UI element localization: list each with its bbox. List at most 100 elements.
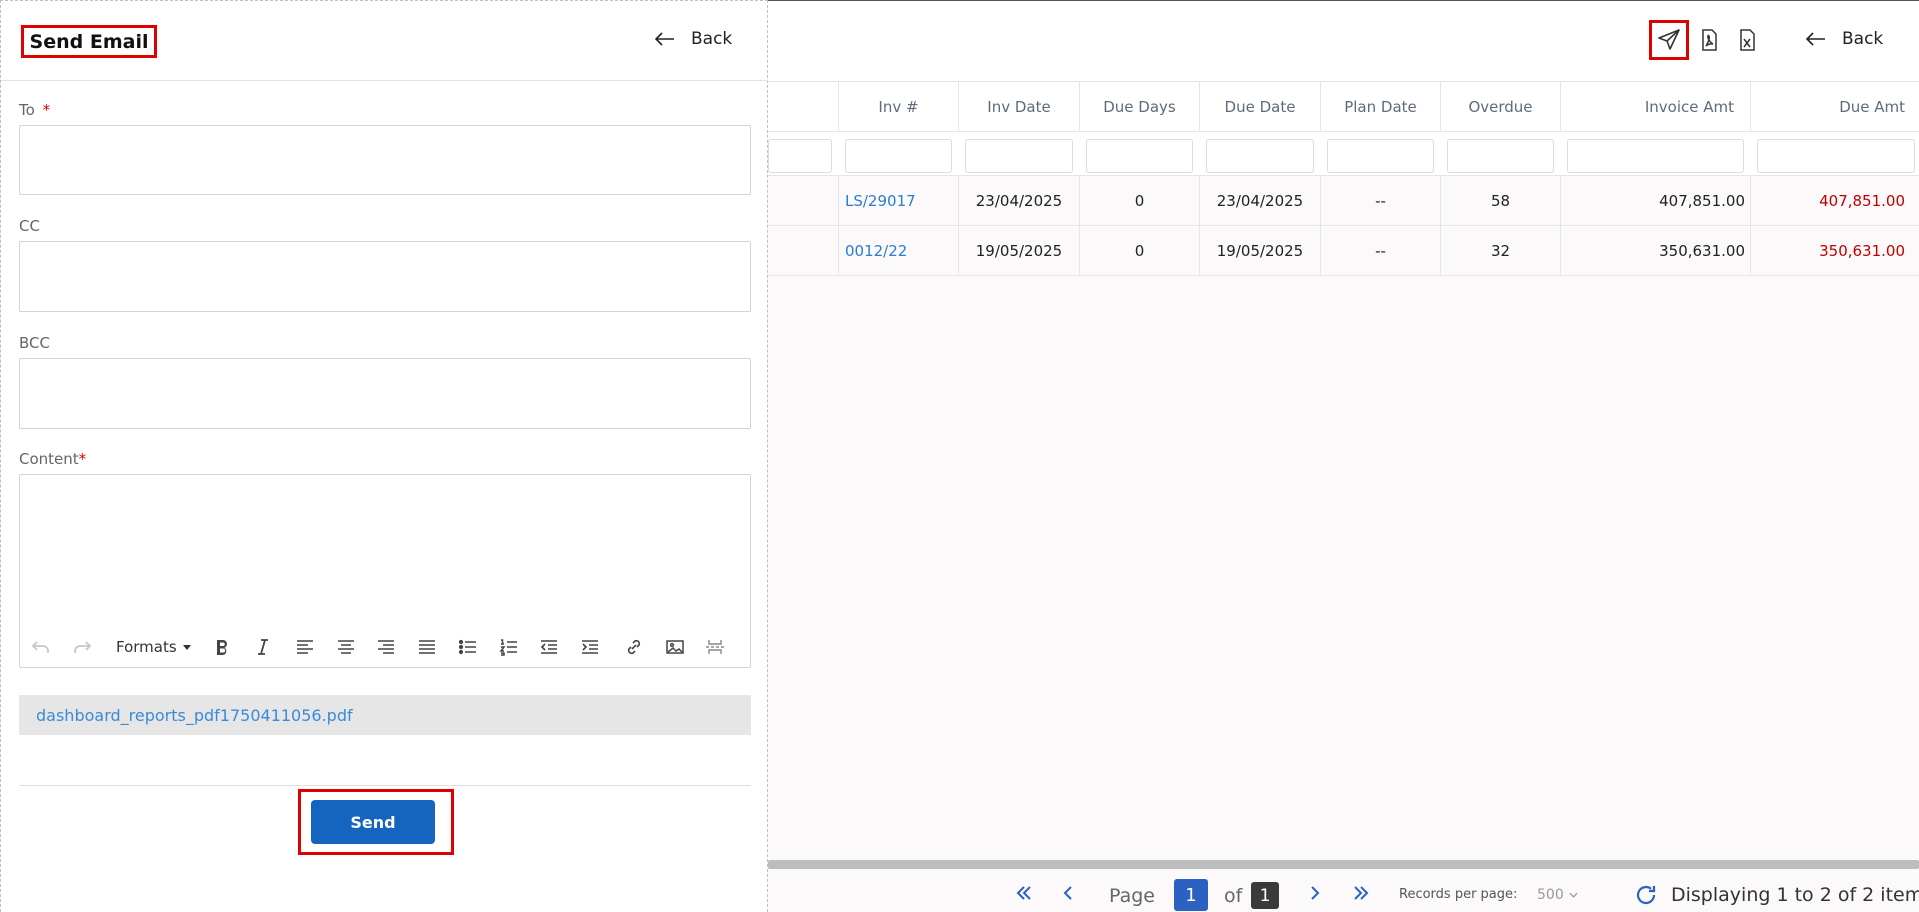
cc-label: CC	[19, 217, 40, 235]
align-right-icon	[378, 640, 394, 654]
email-header: Send Email Back	[1, 1, 768, 81]
cell-plan-date: --	[1320, 226, 1440, 275]
filter-input-prev[interactable]	[768, 139, 832, 173]
outdent-button[interactable]	[538, 637, 560, 657]
cell-due-amt: 407,851.00	[1750, 176, 1919, 225]
col-header-invoice-amt[interactable]: Invoice Amt	[1560, 82, 1750, 131]
col-header-plan-date[interactable]: Plan Date	[1320, 82, 1440, 131]
filter-input-inv-date[interactable]	[965, 139, 1073, 173]
export-excel-button[interactable]	[1730, 23, 1764, 57]
report-panel: Back Inv # Inv Date Due Days Due Date Pl…	[768, 0, 1919, 912]
refresh-icon[interactable]	[1634, 883, 1658, 907]
cell-due-days: 0	[1079, 226, 1199, 275]
col-header-overdue[interactable]: Overdue	[1440, 82, 1560, 131]
editor-toolbar: Formats	[20, 627, 750, 667]
bcc-field[interactable]	[19, 358, 751, 429]
report-back-link[interactable]: Back	[1806, 29, 1883, 49]
insert-image-button[interactable]	[664, 637, 686, 657]
export-pdf-button[interactable]	[1692, 23, 1726, 57]
align-right-button[interactable]	[375, 637, 397, 657]
chevron-right-icon	[1311, 886, 1320, 900]
undo-button[interactable]	[30, 637, 52, 657]
col-header-due-days[interactable]: Due Days	[1079, 82, 1199, 131]
attachment-link[interactable]: dashboard_reports_pdf1750411056.pdf	[36, 706, 353, 725]
arrow-left-icon	[1806, 32, 1825, 46]
filter-input-invoice-amt[interactable]	[1567, 139, 1744, 173]
content-label: Content*	[19, 450, 86, 468]
align-left-icon	[297, 640, 313, 654]
filter-input-due-days[interactable]	[1086, 139, 1193, 173]
cell-due-days: 0	[1079, 176, 1199, 225]
col-header-due-date[interactable]: Due Date	[1199, 82, 1320, 131]
to-label: To *	[19, 101, 50, 119]
outdent-icon	[540, 640, 557, 654]
cell-inv-date: 23/04/2025	[958, 176, 1079, 225]
indent-button[interactable]	[579, 637, 601, 657]
insert-link-button[interactable]	[623, 637, 645, 657]
pdf-file-icon	[1702, 29, 1717, 51]
cc-field[interactable]	[19, 241, 751, 312]
records-per-page-select[interactable]: 500	[1537, 884, 1585, 906]
cell-inv-date: 19/05/2025	[958, 226, 1079, 275]
align-center-button[interactable]	[335, 637, 357, 657]
undo-icon	[31, 641, 49, 653]
italic-button[interactable]	[252, 637, 274, 657]
first-page-button[interactable]	[1014, 883, 1034, 908]
align-left-button[interactable]	[294, 637, 316, 657]
send-email-button[interactable]	[1649, 20, 1689, 60]
justify-button[interactable]	[416, 637, 438, 657]
required-mark: *	[78, 450, 87, 468]
formats-label: Formats	[116, 638, 177, 656]
horizontal-scrollbar[interactable]	[768, 860, 1919, 869]
filter-input-inv[interactable]	[845, 139, 952, 173]
bullet-list-button[interactable]	[457, 637, 479, 657]
cell-invoice-amt: 350,631.00	[1560, 226, 1750, 275]
image-icon	[666, 640, 684, 654]
table-row: LS/29017 23/04/2025 0 23/04/2025 -- 58 4…	[768, 176, 1919, 226]
last-page-button[interactable]	[1351, 883, 1371, 908]
page-label: Page	[1109, 885, 1155, 907]
chevron-left-icon	[1063, 886, 1072, 900]
send-button-highlight: Send	[298, 789, 454, 855]
col-header-inv[interactable]: Inv #	[838, 82, 958, 131]
redo-button[interactable]	[71, 637, 93, 657]
paper-plane-icon	[1658, 29, 1680, 50]
prev-page-button[interactable]	[1058, 883, 1078, 908]
page-break-button[interactable]	[704, 637, 726, 657]
records-per-page-value: 500	[1537, 887, 1564, 903]
attachment-bar: dashboard_reports_pdf1750411056.pdf	[19, 695, 751, 735]
numbered-list-icon	[499, 639, 517, 656]
invoice-grid: Inv # Inv Date Due Days Due Date Plan Da…	[768, 81, 1919, 276]
to-field[interactable]	[19, 125, 751, 195]
email-panel-title: Send Email	[21, 25, 157, 58]
chevron-down-icon	[1569, 892, 1578, 898]
numbered-list-button[interactable]	[498, 637, 520, 657]
email-back-link[interactable]: Back	[655, 29, 732, 49]
col-header-inv-date[interactable]: Inv Date	[958, 82, 1079, 131]
send-email-panel: Send Email Back To * CC BCC Content* For…	[0, 0, 768, 912]
cell-due-date: 23/04/2025	[1199, 176, 1320, 225]
report-back-label: Back	[1842, 29, 1884, 49]
send-button[interactable]: Send	[311, 800, 435, 844]
page-break-icon	[706, 640, 724, 654]
filter-input-overdue[interactable]	[1447, 139, 1554, 173]
cell-inv[interactable]: 0012/22	[838, 226, 958, 275]
bold-icon	[217, 640, 227, 655]
filter-input-plan-date[interactable]	[1327, 139, 1434, 173]
excel-file-icon	[1740, 29, 1755, 51]
filter-input-due-date[interactable]	[1206, 139, 1314, 173]
records-per-page-label: Records per page:	[1399, 887, 1518, 902]
cell-overdue: 58	[1440, 176, 1560, 225]
formats-dropdown[interactable]: Formats	[116, 638, 191, 656]
filter-input-due-amt[interactable]	[1757, 139, 1915, 173]
cell-inv[interactable]: LS/29017	[838, 176, 958, 225]
bold-button[interactable]	[211, 637, 233, 657]
col-header-due-amt[interactable]: Due Amt	[1750, 82, 1919, 131]
align-justify-icon	[419, 640, 435, 654]
current-page-input[interactable]: 1	[1174, 879, 1208, 911]
cell-due-date: 19/05/2025	[1199, 226, 1320, 275]
link-icon	[627, 639, 641, 655]
align-center-icon	[338, 640, 354, 654]
next-page-button[interactable]	[1305, 883, 1325, 908]
report-toolbar: Back	[768, 1, 1919, 81]
